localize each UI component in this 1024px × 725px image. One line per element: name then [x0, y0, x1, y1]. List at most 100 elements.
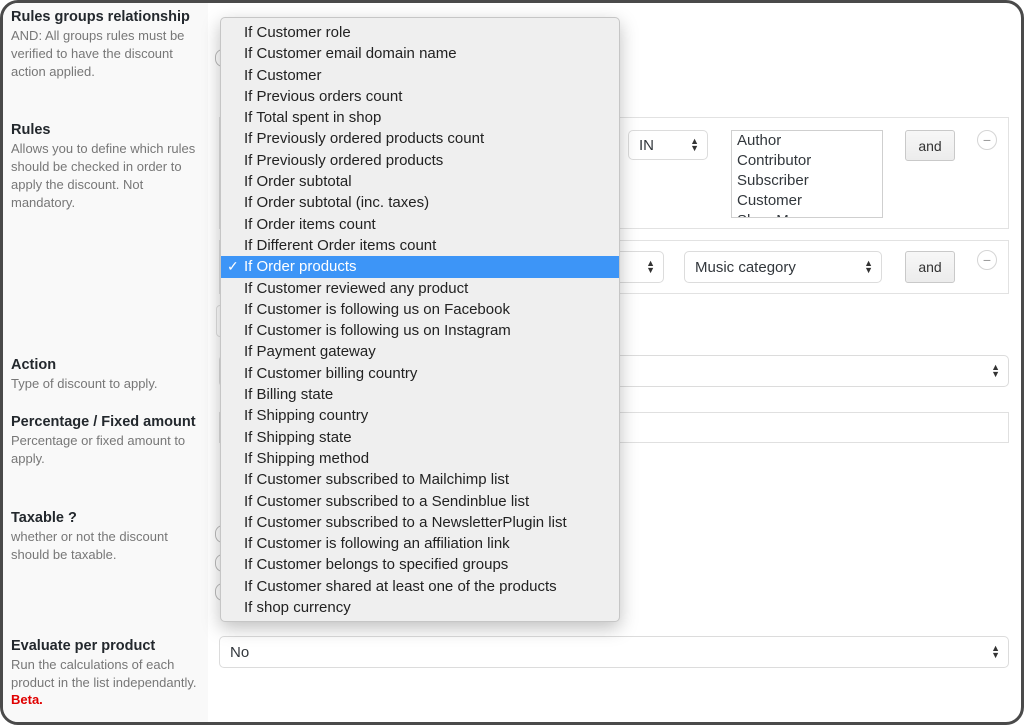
section-desc: Run the calculations of each product in …: [11, 657, 197, 690]
dropdown-option-label: If Customer shared at least one of the p…: [244, 577, 557, 595]
dropdown-option-label: If Payment gateway: [244, 343, 376, 361]
dropdown-option-label: If Shipping method: [244, 449, 370, 467]
dropdown-option[interactable]: If Customer billing country: [221, 363, 619, 384]
evaluate-value: No: [230, 643, 250, 661]
listbox-option[interactable]: Shop Manager: [737, 211, 882, 217]
remove-rule-icon[interactable]: −: [977, 130, 997, 150]
listbox-option[interactable]: Customer: [737, 191, 882, 211]
dropdown-option-label: If Previously ordered products count: [244, 130, 485, 148]
dropdown-option-label: If Order items count: [244, 215, 376, 233]
dropdown-option[interactable]: If Customer role: [221, 22, 619, 43]
dropdown-option-label: If Order products: [244, 258, 357, 276]
dropdown-option[interactable]: If Customer subscribed to a Sendinblue l…: [221, 491, 619, 512]
and-button[interactable]: and: [905, 130, 955, 161]
dropdown-option[interactable]: If Customer email domain name: [221, 43, 619, 64]
and-button[interactable]: and: [905, 251, 955, 283]
select-arrows-icon: ▲ ▼: [991, 362, 1000, 379]
select-arrows-icon: ▲ ▼: [991, 643, 1000, 660]
dropdown-option[interactable]: If Customer: [221, 65, 619, 86]
section-title: Rules groups relationship: [11, 9, 190, 25]
section-desc: Type of discount to apply.: [11, 376, 158, 391]
dropdown-option-label: If Previously ordered products: [244, 151, 444, 169]
dropdown-option-label: If Customer: [244, 66, 322, 84]
window-frame: Rules groups relationship AND: All group…: [0, 0, 1024, 725]
listbox-option[interactable]: Contributor: [737, 151, 882, 171]
dropdown-option[interactable]: If Customer belongs to specified groups: [221, 554, 619, 575]
evaluate-select[interactable]: No ▲ ▼: [219, 636, 1009, 668]
select-arrows-icon: ▲ ▼: [646, 258, 655, 275]
operator-value: IN: [639, 136, 654, 154]
dropdown-option-label: If Customer reviewed any product: [244, 279, 469, 297]
dropdown-option[interactable]: If Order subtotal: [221, 171, 619, 192]
section-desc: whether or not the discount should be ta…: [11, 529, 168, 562]
checkmark-icon: ✓: [227, 258, 239, 275]
dropdown-option-label: If Customer is following us on Facebook: [244, 300, 510, 318]
listbox-option[interactable]: Subscriber: [737, 171, 882, 191]
section-action: Action Type of discount to apply.: [11, 355, 201, 393]
dropdown-option-label: If Customer email domain name: [244, 45, 457, 63]
section-groups-relationship: Rules groups relationship AND: All group…: [11, 7, 201, 81]
select-arrows-icon: ▲ ▼: [864, 258, 873, 275]
section-title: Evaluate per product: [11, 638, 156, 654]
dropdown-option[interactable]: If Customer reviewed any product: [221, 278, 619, 299]
dropdown-option[interactable]: If Customer is following us on Instagram: [221, 320, 619, 341]
dropdown-option[interactable]: If shop currency: [221, 597, 619, 618]
rule-type-dropdown[interactable]: If Customer role If Customer email domain…: [220, 17, 620, 622]
dropdown-option[interactable]: If Previously ordered products: [221, 150, 619, 171]
beta-badge: Beta.: [11, 692, 43, 707]
category-select[interactable]: Music category ▲ ▼: [684, 251, 882, 283]
dropdown-option[interactable]: If Customer subscribed to Mailchimp list: [221, 469, 619, 490]
dropdown-option-label: If Customer is following an affiliation …: [244, 535, 510, 553]
dropdown-option-label: If Customer is following us on Instagram: [244, 322, 511, 340]
section-title: Percentage / Fixed amount: [11, 414, 196, 430]
dropdown-option[interactable]: If Customer shared at least one of the p…: [221, 576, 619, 597]
dropdown-option[interactable]: If Previously ordered products count: [221, 128, 619, 149]
dropdown-option[interactable]: If Total spent in shop: [221, 107, 619, 128]
listbox-option[interactable]: Author: [737, 131, 882, 151]
section-amount: Percentage / Fixed amount Percentage or …: [11, 412, 201, 468]
dropdown-option[interactable]: If Shipping state: [221, 427, 619, 448]
dropdown-option-label: If Customer belongs to specified groups: [244, 556, 509, 574]
section-evaluate: Evaluate per product Run the calculation…: [11, 636, 201, 708]
dropdown-option[interactable]: If Order items count: [221, 214, 619, 235]
labels-column: Rules groups relationship AND: All group…: [3, 3, 208, 722]
operator-select[interactable]: IN ▲ ▼: [628, 130, 708, 160]
dropdown-option-label: If Billing state: [244, 386, 334, 404]
section-desc: AND: All groups rules must be verified t…: [11, 28, 185, 79]
dropdown-option-label: If Shipping state: [244, 428, 352, 446]
section-taxable: Taxable ? whether or not the discount sh…: [11, 508, 201, 564]
dropdown-option-label: If Customer billing country: [244, 364, 418, 382]
dropdown-option-label: If shop currency: [244, 599, 351, 617]
dropdown-option[interactable]: If Customer subscribed to a NewsletterPl…: [221, 512, 619, 533]
section-desc: Allows you to define which rules should …: [11, 141, 196, 210]
roles-listbox[interactable]: Author Contributor Subscriber Customer S…: [731, 130, 883, 218]
dropdown-option-label: If Different Order items count: [244, 236, 437, 254]
dropdown-option[interactable]: If Previous orders count: [221, 86, 619, 107]
dropdown-option[interactable]: If Order subtotal (inc. taxes): [221, 192, 619, 213]
section-title: Rules: [11, 122, 51, 138]
dropdown-option-label: If Order subtotal (inc. taxes): [244, 194, 430, 212]
dropdown-option-label: If Previous orders count: [244, 87, 403, 105]
section-title: Taxable ?: [11, 510, 77, 526]
section-desc: Percentage or fixed amount to apply.: [11, 433, 186, 466]
dropdown-option[interactable]: If Shipping country: [221, 405, 619, 426]
dropdown-option[interactable]: If Shipping method: [221, 448, 619, 469]
dropdown-option[interactable]: If Customer is following an affiliation …: [221, 533, 619, 554]
select-arrows-icon: ▲ ▼: [690, 136, 699, 153]
dropdown-option[interactable]: If Customer is following us on Facebook: [221, 299, 619, 320]
dropdown-option-label: If Shipping country: [244, 407, 369, 425]
dropdown-option-label: If Total spent in shop: [244, 109, 382, 127]
dropdown-option-label: If Customer subscribed to Mailchimp list: [244, 471, 510, 489]
dropdown-option-label: If Customer subscribed to a Sendinblue l…: [244, 492, 530, 510]
dropdown-option-label: If Order subtotal: [244, 173, 352, 191]
dropdown-option[interactable]: If Payment gateway: [221, 341, 619, 362]
remove-rule-icon[interactable]: −: [977, 250, 997, 270]
section-title: Action: [11, 357, 57, 373]
dropdown-option-label: If Customer subscribed to a NewsletterPl…: [244, 513, 567, 531]
dropdown-option-label: If Customer role: [244, 24, 351, 41]
dropdown-option[interactable]: If Billing state: [221, 384, 619, 405]
dropdown-option[interactable]: If Different Order items count: [221, 235, 619, 256]
dropdown-option[interactable]: ✓ If Order products: [221, 256, 619, 278]
category-value: Music category: [695, 258, 796, 276]
section-rules: Rules Allows you to define which rules s…: [11, 120, 201, 212]
